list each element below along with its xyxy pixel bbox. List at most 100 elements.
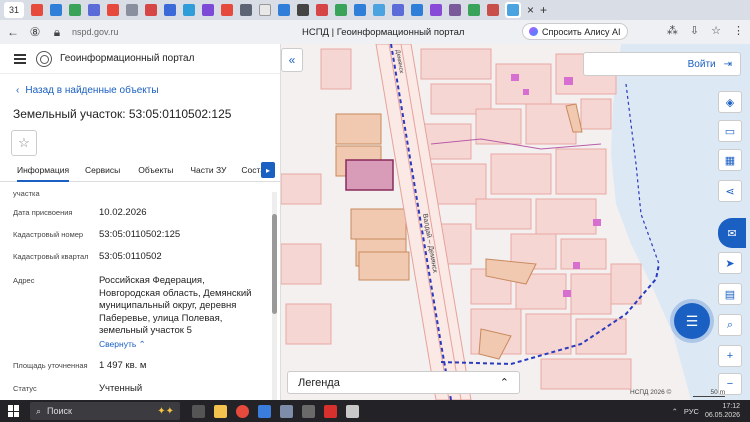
map-canvas[interactable]: Валдай – Демянск Демянск	[281, 44, 750, 400]
favorite-star-button[interactable]: ☆	[11, 130, 37, 156]
parcel-title: Земельный участок: 53:05:0110502:125	[13, 107, 232, 121]
tab-favicon[interactable]	[69, 4, 81, 16]
feedback-tab[interactable]: ✉	[718, 218, 746, 248]
tab-favicon[interactable]	[183, 4, 195, 16]
yandex-browser-icon[interactable]	[236, 404, 249, 418]
bookmark-icon[interactable]: ☆	[711, 24, 721, 37]
tab-information[interactable]: Информация	[17, 160, 70, 182]
collapse-panel-button[interactable]: «	[281, 48, 303, 72]
tab-favicon[interactable]	[107, 4, 119, 16]
url-field[interactable]: nspd.gov.ru	[72, 27, 202, 37]
tab-objects[interactable]: Объекты	[138, 160, 173, 181]
qr-icon[interactable]: ▦	[718, 149, 742, 171]
ruler-icon[interactable]: ▭	[718, 120, 742, 142]
tab-parts[interactable]: Части ЗУ	[190, 160, 226, 181]
downloads-icon[interactable]: ⇩	[690, 24, 699, 37]
login-button[interactable]: Войти ⇥	[583, 52, 741, 76]
tab-favicon[interactable]	[221, 4, 233, 16]
page-title: НСПД | Геоинформационный портал	[302, 26, 465, 38]
clock[interactable]: 17:12 06.05.2026	[705, 402, 740, 420]
tab-favicon[interactable]	[354, 4, 366, 16]
tab-favicon[interactable]	[487, 4, 499, 16]
taskbar-search-label: Поиск	[47, 406, 72, 416]
field-value: Учтенный	[99, 383, 143, 394]
selected-parcel[interactable]	[345, 159, 394, 191]
portal-title: Геоинформационный портал	[60, 53, 195, 64]
chevron-left-icon: ‹	[16, 85, 20, 96]
hamburger-menu-icon[interactable]	[14, 53, 26, 64]
layers-icon[interactable]: ◈	[718, 91, 742, 113]
app-icon[interactable]	[258, 404, 271, 418]
taskbar-search[interactable]: ⌕ Поиск ✦✦	[30, 402, 180, 420]
language-indicator[interactable]: РУС	[684, 407, 699, 416]
tab-favicon[interactable]	[468, 4, 480, 16]
address-value: Российская Федерация, Новгородская облас…	[99, 275, 252, 336]
browser-extensions: ⁂ ⇩ ☆ ⋮	[667, 24, 744, 37]
app-icon[interactable]	[302, 404, 315, 418]
active-tab[interactable]	[505, 2, 521, 18]
clock-time: 17:12	[722, 403, 740, 410]
lock-icon[interactable]: 🔒︎	[48, 25, 66, 40]
print-icon[interactable]: ▤	[718, 283, 742, 305]
tab-favicon[interactable]	[240, 4, 252, 16]
tab-favicon[interactable]	[50, 4, 62, 16]
close-tab-icon[interactable]: ×	[527, 3, 534, 17]
tab-counter[interactable]: 31	[4, 2, 24, 18]
tab-favicon[interactable]	[392, 4, 404, 16]
field-value: 53:05:0110502:125	[99, 229, 181, 240]
field-label: Кадастровый квартал	[13, 252, 89, 261]
app-icon[interactable]	[280, 404, 293, 418]
tab-favicon[interactable]	[88, 4, 100, 16]
yandex-id-icon[interactable]: ⑧	[26, 25, 44, 39]
tab-favicon[interactable]	[31, 4, 43, 16]
info-tabs: Информация Сервисы Объекты Части ЗУ Сост…	[0, 160, 281, 182]
back-arrow-icon[interactable]: ←	[4, 25, 22, 39]
new-tab-icon[interactable]: +	[540, 3, 547, 17]
portal-logo-icon	[36, 50, 52, 67]
legend-dropdown[interactable]: Легенда ⌃	[287, 371, 520, 394]
tab-favicon[interactable]	[411, 4, 423, 16]
info-panel: Геоинформационный портал ‹ Назад в найде…	[0, 44, 281, 400]
zoom-in-icon[interactable]: +	[718, 345, 742, 367]
tab-favicon[interactable]	[316, 4, 328, 16]
windows-start-icon[interactable]	[8, 405, 20, 417]
tabs-scroll-right-icon[interactable]: ▸	[261, 162, 275, 178]
ask-alice-label: Спросить Алису AI	[542, 26, 621, 37]
field-label: Кадастровый номер	[13, 230, 84, 239]
cadastral-map[interactable]: Валдай – Демянск Демянск	[281, 44, 750, 400]
portal-header: Геоинформационный портал	[0, 44, 280, 74]
field-label: Статус	[13, 384, 37, 393]
extension-icon[interactable]: ⁂	[667, 24, 678, 37]
app-icon[interactable]	[346, 404, 359, 418]
back-to-results-link[interactable]: ‹ Назад в найденные объекты	[16, 85, 159, 96]
collapse-link[interactable]: Свернуть ⌃	[99, 339, 146, 350]
tab-favicon[interactable]	[373, 4, 385, 16]
tab-favicon[interactable]	[278, 4, 290, 16]
locate-icon[interactable]: ➤	[718, 252, 742, 274]
tab-favicon[interactable]	[164, 4, 176, 16]
ask-alice-button[interactable]: Спросить Алису AI	[522, 23, 628, 40]
tab-favicon[interactable]	[335, 4, 347, 16]
tab-favicon[interactable]	[202, 4, 214, 16]
tab-favicon[interactable]	[259, 4, 271, 16]
task-view-icon[interactable]	[192, 404, 205, 418]
tab-favicon[interactable]	[145, 4, 157, 16]
tray-expand-icon[interactable]: ⌃	[672, 407, 678, 416]
menu-icon[interactable]: ⋮	[733, 24, 744, 37]
tab-favicon[interactable]	[430, 4, 442, 16]
scrollbar-thumb[interactable]	[272, 214, 277, 314]
chat-assistant-icon[interactable]: ☰	[674, 303, 710, 339]
field-value: 1 497 кв. м	[99, 360, 147, 371]
panel-scrollbar[interactable]	[272, 192, 277, 400]
tab-favicon[interactable]	[126, 4, 138, 16]
login-label: Войти	[687, 58, 716, 70]
tab-favicon[interactable]	[449, 4, 461, 16]
tab-favicon[interactable]	[297, 4, 309, 16]
pdf-reader-icon[interactable]	[324, 404, 337, 418]
clock-date: 06.05.2026	[704, 412, 740, 419]
file-explorer-icon[interactable]	[214, 404, 227, 418]
tab-services[interactable]: Сервисы	[85, 160, 120, 181]
back-link-label: Назад в найденные объекты	[25, 85, 159, 96]
share-icon[interactable]: ⋖	[718, 180, 742, 202]
search-map-icon[interactable]: ⌕	[718, 314, 742, 336]
